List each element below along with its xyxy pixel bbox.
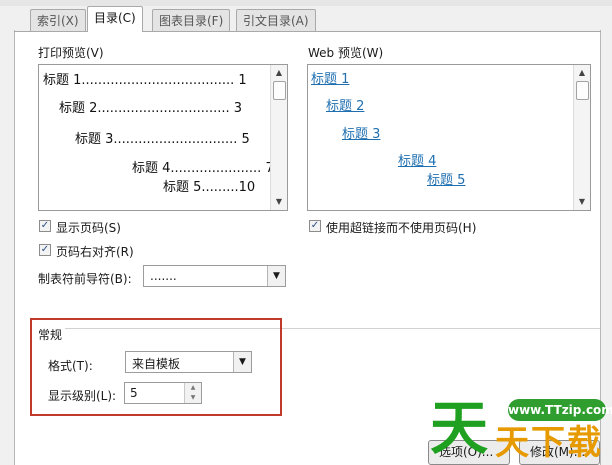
right-align-label: 页码右对齐(R) <box>56 245 134 259</box>
use-hyperlinks-label: 使用超链接而不使用页码(H) <box>326 221 477 235</box>
web-preview-label: Web 预览(W) <box>308 46 384 60</box>
show-page-numbers-checkbox[interactable]: ✓ <box>39 220 51 232</box>
use-hyperlinks-checkbox[interactable]: ✓ <box>309 220 321 232</box>
watermark-logo-char: 天 <box>430 394 489 462</box>
print-preview-box[interactable]: 标题 1....................................… <box>38 64 288 211</box>
web-preview-link[interactable]: 标题 5 <box>427 169 465 188</box>
web-preview-box[interactable]: 标题 1 标题 2 标题 3 标题 4 标题 5 ▲ ▼ <box>307 64 591 211</box>
watermark-logo-text: 天下载 <box>495 423 603 463</box>
scroll-down-arrow-icon[interactable]: ▼ <box>574 195 590 209</box>
print-preview-label: 打印预览(V) <box>38 46 104 60</box>
spin-up-icon[interactable]: ▲ <box>184 383 201 393</box>
print-preview-entry: 标题 2................................ 3 <box>59 101 243 116</box>
chevron-down-icon[interactable]: ▼ <box>267 266 285 286</box>
general-group-title: 常规 <box>38 326 66 343</box>
print-preview-scrollbar[interactable]: ▲ ▼ <box>270 65 287 210</box>
tab-leader-select[interactable]: ....... ▼ <box>143 265 286 287</box>
watermark-url-badge: www.TTzip.com <box>508 399 612 421</box>
print-preview-entry: 标题 5.........10 <box>163 180 256 195</box>
print-preview-entry: 标题 4...................... 7 <box>132 161 274 176</box>
tab-toc[interactable]: 目录(C) <box>87 6 143 32</box>
print-preview-entry: 标题 1....................................… <box>43 73 247 88</box>
web-preview-scrollbar[interactable]: ▲ ▼ <box>573 65 590 210</box>
tab-table-of-figures[interactable]: 图表目录(F) <box>152 9 231 31</box>
scroll-down-arrow-icon[interactable]: ▼ <box>271 195 287 209</box>
chevron-down-icon[interactable]: ▼ <box>233 352 251 372</box>
print-preview-entry: 标题 3.............................. 5 <box>75 132 250 147</box>
scroll-thumb[interactable] <box>576 81 589 100</box>
format-value: 来自模板 <box>132 357 181 371</box>
tab-leader-label: 制表符前导符(B): <box>38 272 132 286</box>
web-preview-link[interactable]: 标题 1 <box>311 68 349 87</box>
scroll-thumb[interactable] <box>273 81 286 100</box>
tab-leader-value: ....... <box>150 269 177 283</box>
format-label: 格式(T): <box>48 359 93 373</box>
web-preview-link[interactable]: 标题 3 <box>342 123 380 142</box>
tab-table-of-authorities[interactable]: 引文目录(A) <box>236 9 316 31</box>
show-levels-spinner[interactable]: 5 ▲ ▼ <box>124 382 202 404</box>
show-levels-value[interactable]: 5 <box>130 386 138 400</box>
web-preview-link[interactable]: 标题 2 <box>326 95 364 114</box>
tab-index[interactable]: 索引(X) <box>30 9 86 31</box>
format-select[interactable]: 来自模板 ▼ <box>125 351 252 373</box>
show-levels-label: 显示级别(L): <box>48 389 117 403</box>
web-preview-link[interactable]: 标题 4 <box>398 150 436 169</box>
scroll-up-arrow-icon[interactable]: ▲ <box>574 66 590 80</box>
show-page-numbers-label: 显示页码(S) <box>56 221 121 235</box>
right-align-checkbox[interactable]: ✓ <box>39 244 51 256</box>
scroll-up-arrow-icon[interactable]: ▲ <box>271 66 287 80</box>
spin-down-icon[interactable]: ▼ <box>184 393 201 403</box>
